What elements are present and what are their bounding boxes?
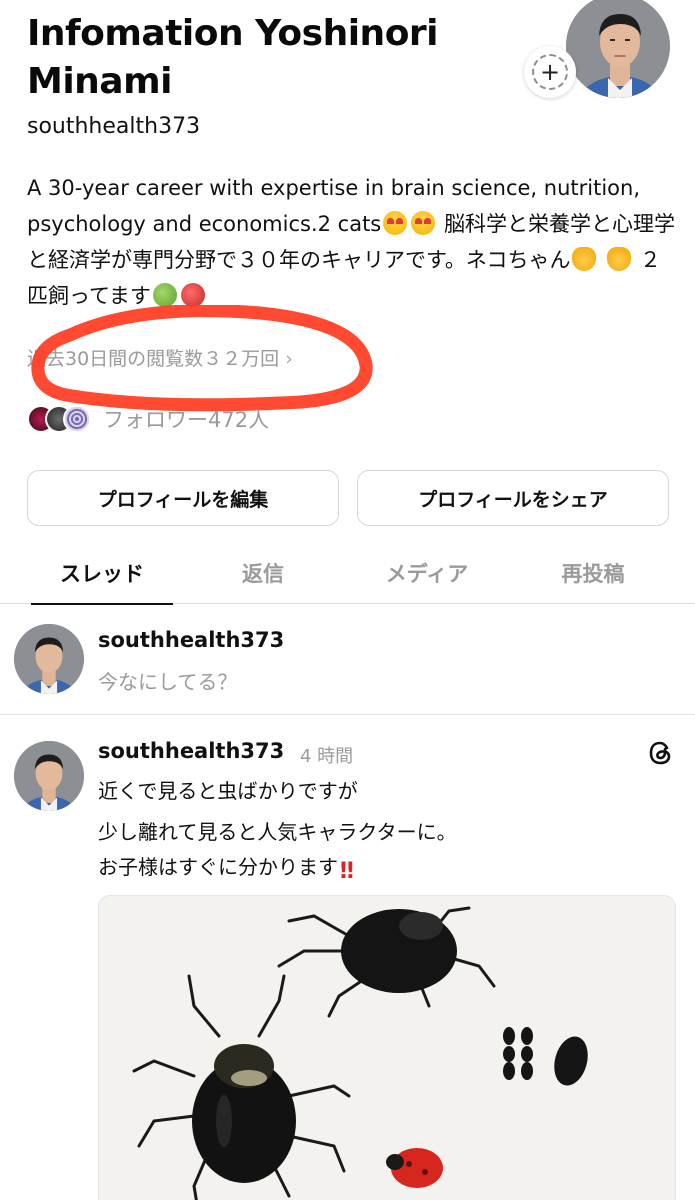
red-apple-emoji-icon [180,283,205,307]
composer-username: southhealth373 [98,628,285,652]
profile-photo [566,0,670,98]
cat-emoji-icon [572,247,597,271]
beetles-photo [99,896,675,1200]
avatar[interactable] [14,741,84,811]
heart-eyes-emoji-icon [411,211,436,235]
add-story-button[interactable]: + [524,46,576,98]
avatar-photo [14,624,84,694]
tab-threads[interactable]: スレッド [27,548,177,605]
followers-link[interactable]: フォロワー472人 [27,403,269,435]
post-text-line-1: 近くで見ると虫ばかりですが [98,779,358,803]
tab-media[interactable]: メディア [352,548,502,604]
heart-eyes-emoji-icon [383,211,408,235]
tab-replies[interactable]: 返信 [188,548,338,604]
chevron-right-icon: › [285,348,293,370]
edit-profile-button[interactable]: プロフィールを編集 [27,470,339,526]
profile-display-name: Infomation Yoshinori Minami [27,13,439,102]
composer-placeholder[interactable]: 今なにしてる？ [98,666,237,695]
profile-username: southhealth373 [27,114,201,139]
double-exclamation-emoji-icon: ‼ [340,859,354,884]
new-thread-composer[interactable]: southhealth373 今なにしてる？ [0,604,695,715]
thread-post[interactable]: southhealth373 4 時間 近くで見ると虫ばかりですが 少し離れて見… [0,715,695,1200]
threads-logo-icon[interactable] [645,737,677,769]
tab-reposts[interactable]: 再投稿 [518,548,668,604]
insights-link[interactable]: 過去30日間の閲覧数３２万回 › [27,344,293,371]
post-text-line-3-text: お子様はすぐに分かります [98,855,338,879]
cat-emoji-icon [607,247,632,271]
profile-avatar[interactable] [566,0,670,98]
avatar-photo [14,741,84,811]
followers-count: フォロワー472人 [103,408,270,432]
post-timestamp: 4 時間 [300,746,354,767]
post-image[interactable] [98,895,676,1200]
plus-icon: + [532,54,568,90]
views-count-text: 過去30日間の閲覧数３２万回 [27,348,280,370]
follower-avatar [63,405,91,433]
post-text-line-3: お子様はすぐに分かります‼ [98,851,364,884]
avatar [14,624,84,694]
post-username[interactable]: southhealth373 [98,739,284,763]
share-profile-button[interactable]: プロフィールをシェア [357,470,669,526]
profile-tabs: スレッド 返信 メディア 再投稿 [0,548,695,605]
profile-bio: A 30-year career with expertise in brain… [27,170,677,314]
green-apple-emoji-icon [152,283,177,307]
post-text-line-2: 少し離れて見ると人気キャラクターに。 [98,820,457,844]
